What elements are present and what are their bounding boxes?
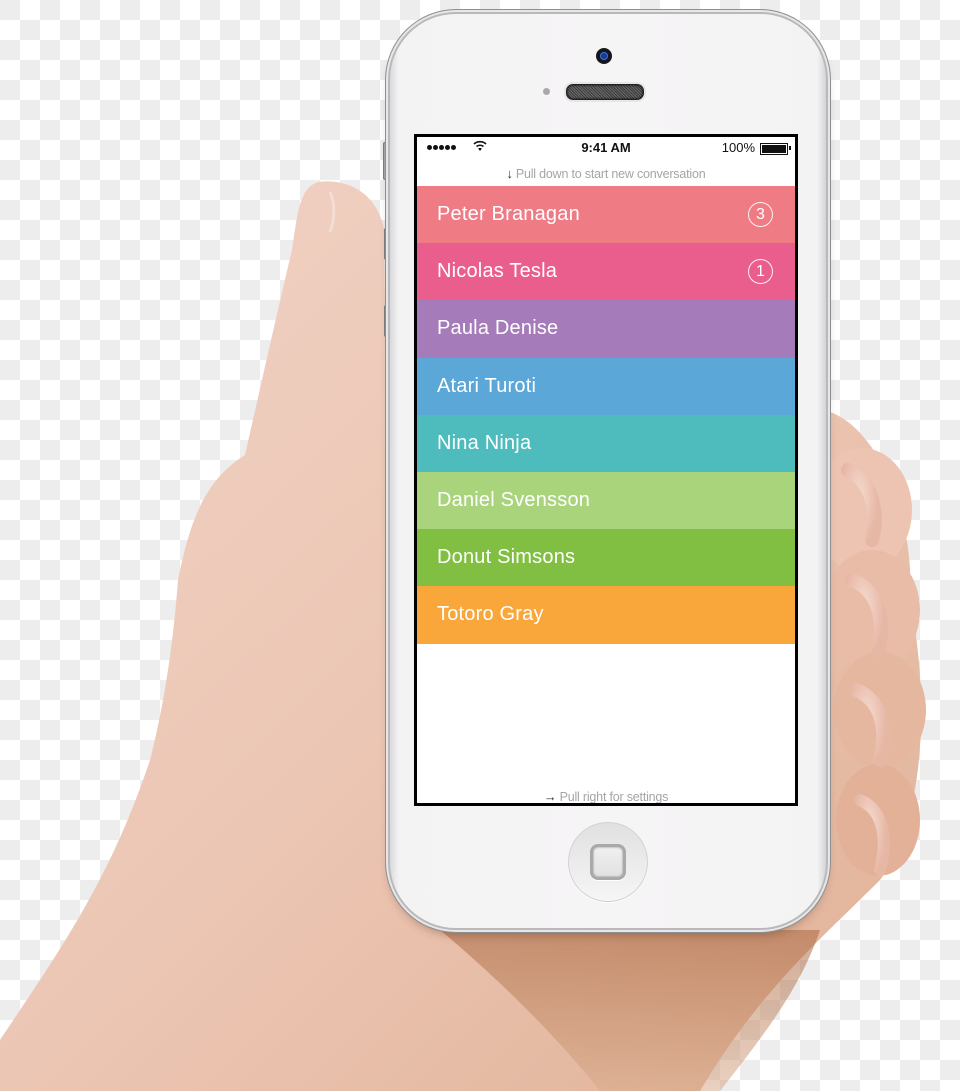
home-button-icon	[590, 844, 626, 880]
phone-screen: 9:41 AM 100% ↓ Pull down to start new con…	[414, 134, 798, 806]
pull-right-hint[interactable]: → Pull right for settings	[417, 789, 795, 804]
front-camera-icon	[596, 48, 612, 64]
contact-name: Nicolas Tesla	[437, 260, 558, 283]
conversation-row[interactable]: Donut Simsons	[417, 529, 795, 587]
pull-right-hint-text: Pull right for settings	[559, 790, 669, 804]
unread-badge: 1	[748, 259, 773, 285]
contact-name: Paula Denise	[437, 317, 559, 340]
contact-name: Atari Turoti	[437, 374, 537, 397]
earpiece-speaker-icon	[566, 84, 644, 100]
contact-name: Donut Simsons	[437, 546, 576, 569]
conversation-row[interactable]: Nicolas Tesla 1	[417, 243, 795, 301]
battery-percent: 100%	[721, 140, 755, 155]
contact-name: Daniel Svensson	[437, 489, 591, 512]
conversation-row[interactable]: Paula Denise	[417, 300, 795, 358]
conversation-row[interactable]: Totoro Gray	[417, 586, 795, 644]
conversation-row[interactable]: Atari Turoti	[417, 357, 795, 415]
pull-down-hint[interactable]: ↓ Pull down to start new conversation	[417, 166, 795, 181]
pull-down-hint-text: Pull down to start new conversation	[515, 167, 706, 181]
conversation-row[interactable]: Daniel Svensson	[417, 471, 795, 530]
home-button[interactable]	[568, 822, 648, 902]
mute-switch[interactable]	[383, 142, 390, 180]
unread-badge: 3	[748, 202, 773, 228]
status-bar: 9:41 AM 100%	[417, 137, 795, 157]
contact-name: Totoro Gray	[437, 603, 544, 626]
conversation-row[interactable]: Peter Branagan 3	[417, 186, 795, 244]
contact-name: Peter Branagan	[437, 203, 580, 226]
arrow-right-icon: →	[543, 789, 557, 804]
battery-full-icon	[760, 143, 791, 155]
contact-name: Nina Ninja	[437, 431, 532, 454]
conversation-list: Peter Branagan 3 Nicolas Tesla 1 Paula D…	[417, 186, 795, 644]
conversation-row[interactable]: Nina Ninja	[417, 414, 795, 472]
arrow-down-icon: ↓	[506, 166, 514, 181]
proximity-sensor	[543, 88, 550, 95]
